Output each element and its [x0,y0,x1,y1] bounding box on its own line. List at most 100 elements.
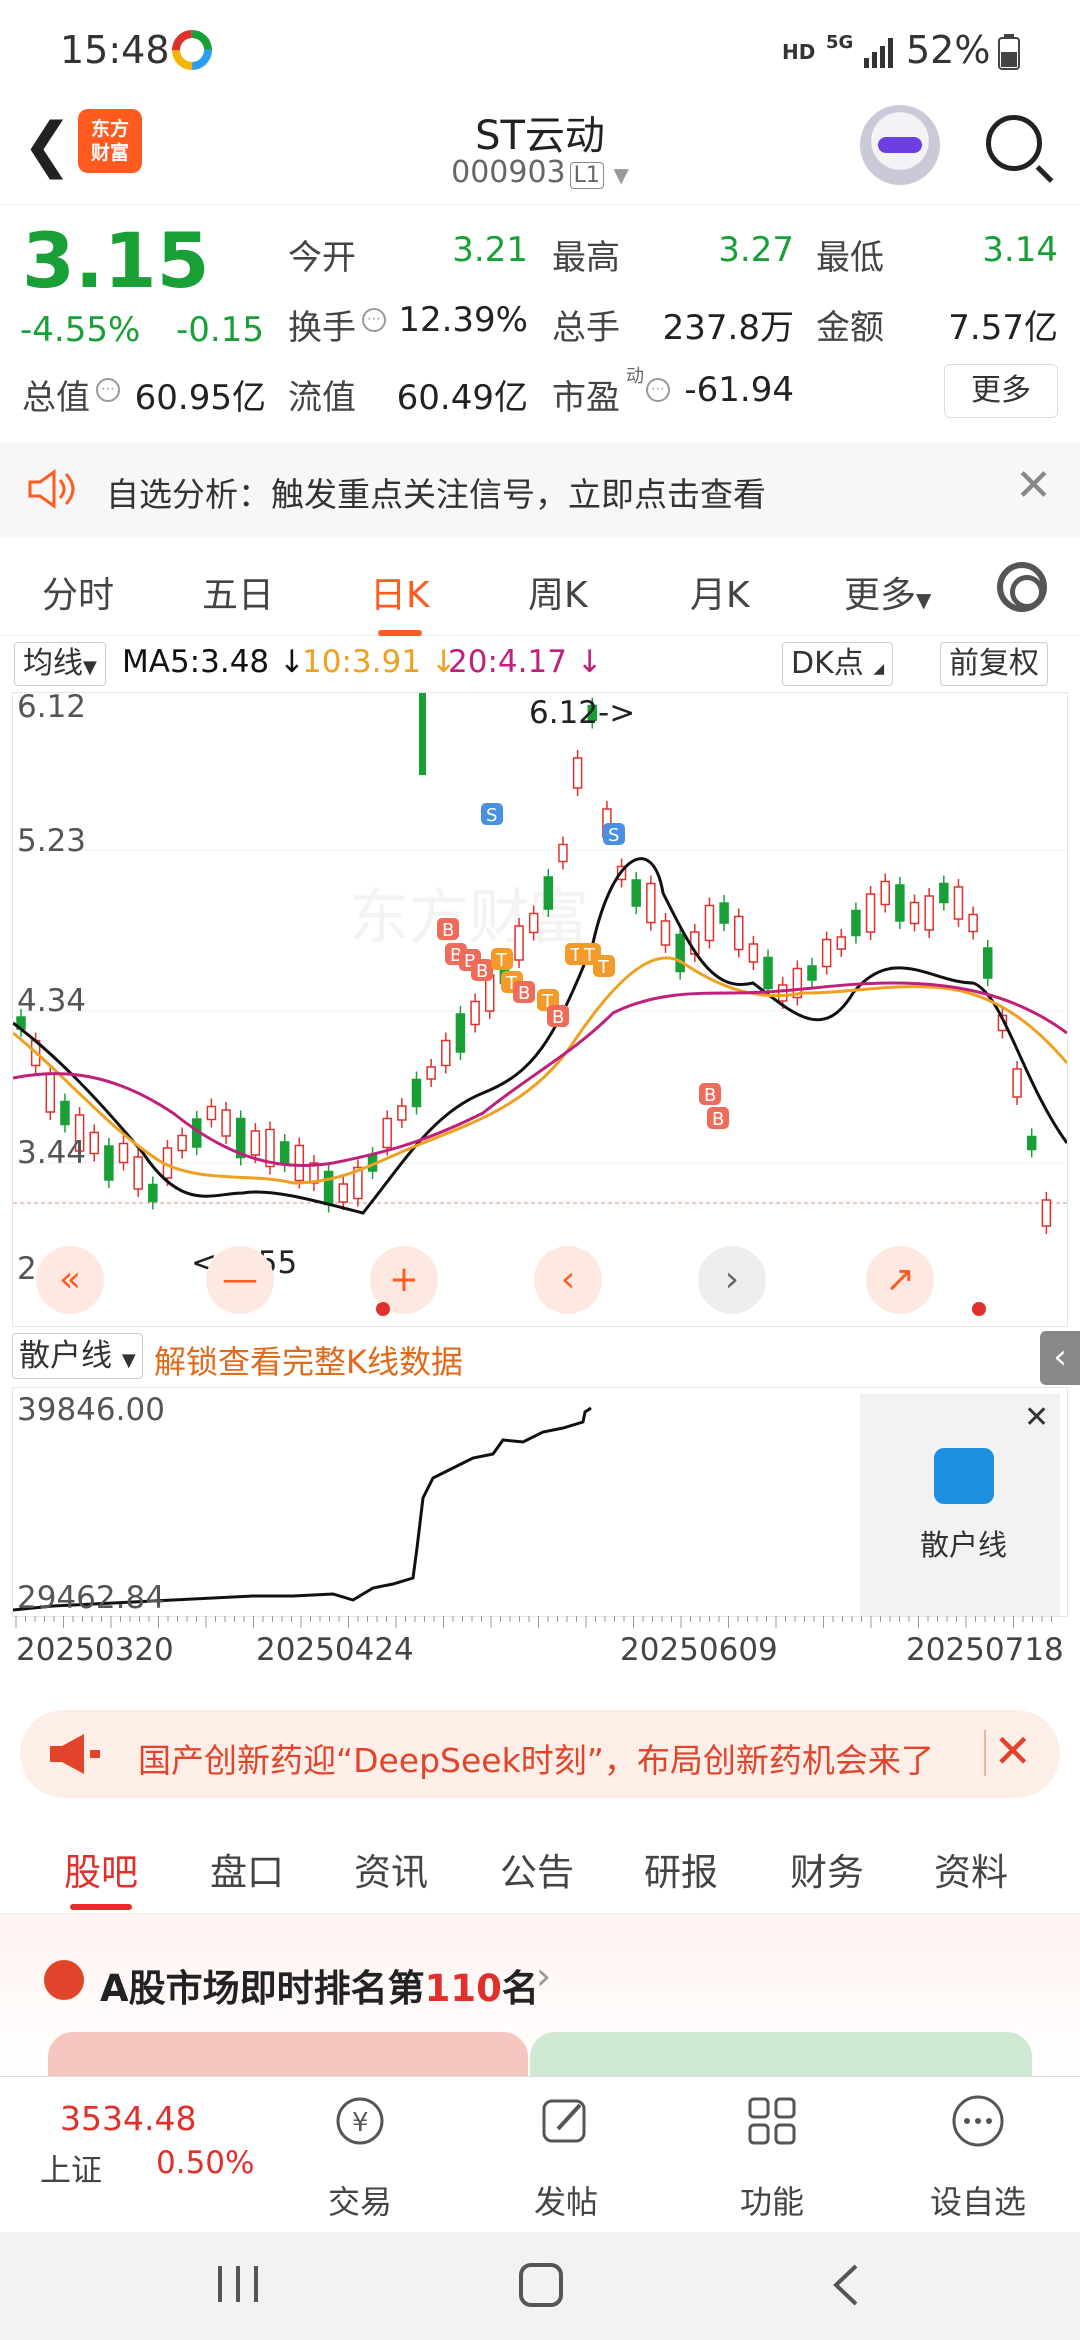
function-grid-icon[interactable] [742,2091,802,2151]
close-icon[interactable]: ✕ [1015,460,1052,511]
caret-down-icon: ▼ [916,588,932,612]
trade-icon[interactable]: ¥ [330,2091,390,2151]
info-icon[interactable]: ⋯ [362,308,386,332]
candle [939,882,949,904]
dk-label: DK点 [791,646,864,681]
unlock-link[interactable]: 解锁查看完整K线数据 [154,1337,463,1383]
pe-dynamic-sup: 动 [626,366,644,387]
more-dots-icon[interactable] [948,2091,1008,2151]
chevron-right-icon: › [536,1954,552,1998]
high-value: 3.27 [718,230,794,270]
scroll-left-icon[interactable]: ‹ [534,1246,602,1314]
scroll-right-icon[interactable]: › [698,1246,766,1314]
mcap-value: 60.95亿 [134,378,266,418]
fq-button[interactable]: 前复权 [940,642,1048,686]
candle [60,1100,70,1126]
tab-day-k[interactable]: 日K [370,566,430,636]
tab-five-day[interactable]: 五日 [202,566,274,618]
sanhu-select[interactable]: 散户线 ▼ [12,1333,143,1379]
sanhu-y-top: 39846.00 [17,1392,165,1428]
candle [983,947,993,979]
scroll-left-fast-icon[interactable]: « [36,1246,104,1314]
sanhu-y-bottom: 29462.84 [17,1580,165,1616]
tab-more[interactable]: 更多▼ [844,566,931,618]
candle [177,1134,187,1152]
tab-research[interactable]: 研报 [644,1842,718,1896]
tab-news[interactable]: 资讯 [354,1842,428,1896]
volume-value: 237.8万 [662,308,794,348]
robot-avatar-icon[interactable] [860,105,940,185]
info-icon[interactable]: ⋯ [646,378,670,402]
kline-chart[interactable]: 东方财富 BBBBTTBTBTTTSSBB 6.12 5.23 4.34 3.4… [12,689,1068,1327]
signal-marker-label: S [608,825,619,846]
candle [851,909,861,937]
candle [660,920,671,946]
candle [953,886,964,920]
candle [924,895,934,931]
info-icon[interactable]: ⋯ [96,378,120,402]
section-tabs: 股吧 盘口 资讯 公告 研报 财务 资料 [0,1822,1080,1914]
tab-guba[interactable]: 股吧 [64,1842,138,1910]
index-value[interactable]: 3534.48 [60,2099,196,2138]
candle [441,1039,451,1067]
signal-marker-label: B [442,920,454,941]
promo-banner[interactable]: 国产创新药迎“DeepSeek时刻”，布局创新药机会来了 ✕ [20,1710,1060,1798]
tab-minute[interactable]: 分时 [42,566,114,618]
dk-point-button[interactable]: DK点 ◢ [782,642,894,686]
home-icon[interactable] [518,2262,564,2308]
tab-week-k[interactable]: 周K [528,566,588,618]
candle [968,913,978,933]
tab-announcement[interactable]: 公告 [500,1842,574,1896]
caret-down-icon: ▼ [121,1350,136,1371]
signal-marker-label: B [518,983,530,1004]
fullscreen-icon[interactable]: ↗ [866,1246,934,1314]
more-button[interactable]: 更多 [944,364,1058,418]
candle [455,1013,466,1053]
candle [148,1183,158,1203]
close-icon[interactable]: ✕ [1024,1400,1049,1435]
candle [528,912,539,934]
ma-select[interactable]: 均线▼ [14,642,106,686]
candle [338,1183,349,1203]
analysis-notice[interactable]: 自选分析：触发重点关注信号，立即点击查看 ✕ [0,442,1080,537]
collapse-arrow-icon[interactable]: ‹ [1040,1331,1080,1385]
recent-apps-icon[interactable] [216,2264,260,2304]
chart-lock-icon [934,1448,994,1504]
nav-add-watchlist[interactable]: 设自选 [918,2177,1038,2223]
5g-label: 5G [826,32,854,53]
sanhu-bar: 散户线 ▼ 解锁查看完整K线数据 ‹ [0,1327,1080,1387]
back-icon[interactable] [830,2262,860,2308]
svg-text:¥: ¥ [352,2108,369,2138]
pe-label: 市盈 [552,378,620,418]
nav-post[interactable]: 发帖 [506,2177,626,2223]
candle [821,938,832,968]
quote-panel: 3.15 -4.55% -0.15 今开 3.21 最高 3.27 最低 3.1… [0,206,1080,442]
nav-function[interactable]: 功能 [712,2177,832,2223]
megaphone-icon [50,1734,100,1774]
candle [89,1131,99,1155]
tab-profile[interactable]: 资料 [934,1842,1008,1896]
tab-month-k[interactable]: 月K [690,566,750,618]
close-icon[interactable]: ✕ [993,1724,1032,1778]
market-rank[interactable]: A股市场即时排名第110名 › [0,1914,1080,2082]
candle [294,1144,305,1182]
sanhu-select-label: 散户线 [19,1338,112,1374]
tab-more-label: 更多 [844,575,917,616]
candle [631,879,641,907]
candle [733,915,744,951]
tab-pankou[interactable]: 盘口 [210,1842,284,1896]
candle [572,757,583,789]
nav-trade[interactable]: 交易 [300,2177,420,2223]
sanhu-lock-panel[interactable]: ✕ 散户线 [860,1394,1060,1616]
candle [1026,1135,1037,1151]
candle [323,1170,334,1206]
open-value: 3.21 [452,230,528,270]
search-icon[interactable] [986,115,1042,171]
gear-icon[interactable] [997,562,1047,612]
tab-finance[interactable]: 财务 [790,1842,864,1896]
sanhu-panel-label: 散户线 [920,1528,1008,1562]
post-icon[interactable] [536,2091,596,2151]
zoom-out-icon[interactable]: — [206,1246,274,1314]
caret-down-icon: ▼ [83,657,97,678]
candle [719,902,729,924]
